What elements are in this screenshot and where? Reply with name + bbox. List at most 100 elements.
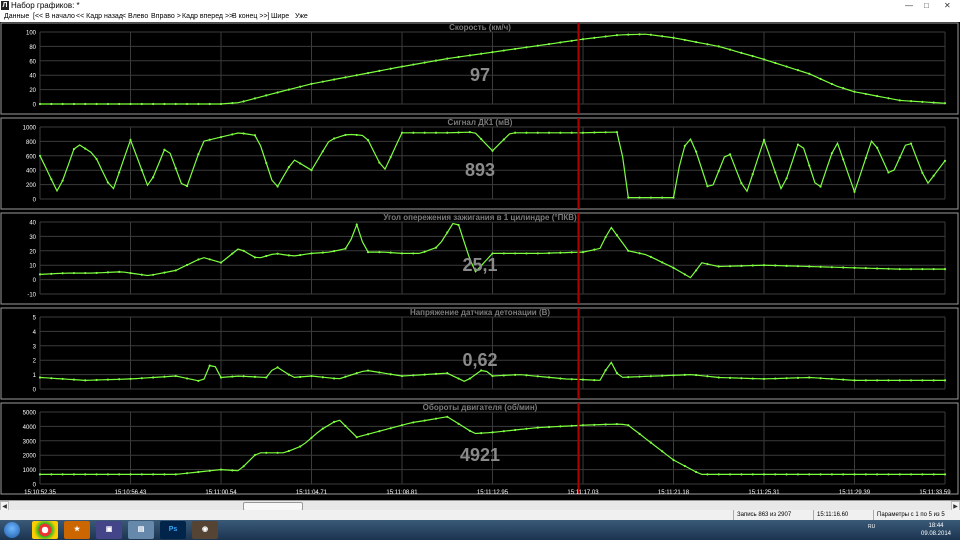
files-icon[interactable]: ▤ <box>128 521 154 539</box>
data-point <box>604 423 607 426</box>
maximize-button[interactable]: □ <box>924 0 929 11</box>
data-point <box>423 419 426 422</box>
data-point <box>581 38 585 41</box>
data-point <box>400 131 404 134</box>
data-point <box>333 420 336 423</box>
data-point <box>72 102 76 106</box>
data-point <box>570 378 573 381</box>
data-point <box>661 261 664 264</box>
charts-canvas[interactable]: 100 80 60 40 200 Скорость (км/ч) 97 1000 800 600 4… <box>0 22 960 500</box>
data-point <box>344 375 347 378</box>
data-point <box>774 473 777 476</box>
data-point <box>174 102 177 106</box>
clock[interactable]: 18:44 09.08.2014 <box>916 522 956 538</box>
y-tick-label: 30 <box>29 235 36 241</box>
data-point <box>796 376 800 379</box>
data-point <box>898 156 901 159</box>
data-point <box>299 253 302 257</box>
menu-frame-forward[interactable]: Кадр вперед >> <box>182 11 233 22</box>
data-point <box>887 267 890 270</box>
data-point <box>197 153 200 156</box>
time-tick-label: 15:11:17.03 <box>567 490 599 496</box>
data-point <box>50 178 53 181</box>
data-point <box>559 377 562 380</box>
data-point <box>502 430 505 433</box>
data-point <box>706 185 709 188</box>
data-point <box>547 131 551 134</box>
chart-title-o2: Сигнал ДК1 (мВ) <box>448 118 513 127</box>
data-point <box>310 436 313 439</box>
menu-narrower[interactable]: Уже <box>295 11 308 22</box>
data-point <box>321 150 324 153</box>
data-point <box>38 376 42 379</box>
data-point <box>525 374 528 377</box>
data-point <box>242 100 245 103</box>
language-indicator[interactable]: RU <box>868 524 875 530</box>
menu-frame-back[interactable]: << Кадр назад <box>76 11 123 22</box>
status-record: Запись 863 из 2907 <box>733 510 813 520</box>
minimize-button[interactable]: — <box>905 0 913 11</box>
chrome-icon[interactable] <box>32 521 58 539</box>
data-point <box>706 375 709 378</box>
data-point <box>876 379 879 382</box>
plot-area[interactable]: 100 80 60 40 20 0 Скорость (км/ч) 97 1000 800 600 4… <box>0 22 960 500</box>
data-point <box>751 473 754 476</box>
data-point <box>638 432 641 435</box>
data-point <box>129 271 132 275</box>
data-point <box>389 251 392 254</box>
menu-to-start[interactable]: [<< В начало <box>33 11 75 22</box>
data-point <box>129 138 132 142</box>
data-point <box>717 45 720 48</box>
app-icon-orange[interactable]: ★ <box>64 521 90 539</box>
data-point <box>740 473 743 476</box>
data-point <box>423 61 426 64</box>
menu-wider[interactable]: Шире <box>271 11 289 22</box>
data-point <box>446 57 449 60</box>
current-value-rpm: 4921 <box>460 445 500 465</box>
photoshop-icon[interactable]: Ps <box>160 521 186 539</box>
data-point <box>118 270 121 273</box>
data-point <box>649 441 652 444</box>
data-point <box>525 252 528 255</box>
data-point <box>762 264 766 267</box>
data-point <box>208 102 211 106</box>
time-tick-label: 15:10:52.35 <box>24 490 56 496</box>
data-point <box>378 251 381 254</box>
data-point <box>208 258 211 261</box>
data-point <box>287 373 290 376</box>
data-point <box>152 176 155 179</box>
data-point <box>321 376 324 379</box>
data-point <box>163 473 166 476</box>
data-point <box>876 94 879 98</box>
menu-right[interactable]: Вправо > <box>151 11 181 22</box>
menu-left[interactable]: < Влево <box>122 11 148 22</box>
data-point <box>174 473 177 476</box>
data-point <box>785 65 788 68</box>
data-point <box>559 425 562 428</box>
data-point <box>333 78 336 81</box>
data-point <box>842 378 845 381</box>
close-button[interactable]: ✕ <box>944 0 951 11</box>
clock-time: 18:44 <box>928 523 944 529</box>
data-point <box>423 373 426 376</box>
data-point <box>547 376 551 379</box>
data-point <box>95 271 98 275</box>
menu-data[interactable]: Данные <box>4 11 29 22</box>
data-point <box>344 247 347 250</box>
floppy-icon[interactable]: ▣ <box>96 521 122 539</box>
data-point <box>129 473 132 476</box>
data-point <box>389 155 392 159</box>
data-point <box>921 268 924 271</box>
windows-start-icon[interactable] <box>4 522 20 538</box>
obd-app-icon[interactable]: ◉ <box>192 521 218 539</box>
data-point <box>514 373 517 376</box>
data-point <box>876 267 879 270</box>
data-point <box>197 379 200 382</box>
data-point <box>366 139 370 142</box>
menu-to-end[interactable]: В конец >>] <box>232 11 269 22</box>
data-point <box>808 265 811 268</box>
data-point <box>615 372 619 375</box>
data-point <box>50 473 53 476</box>
data-point <box>876 146 879 149</box>
data-point <box>649 255 652 259</box>
